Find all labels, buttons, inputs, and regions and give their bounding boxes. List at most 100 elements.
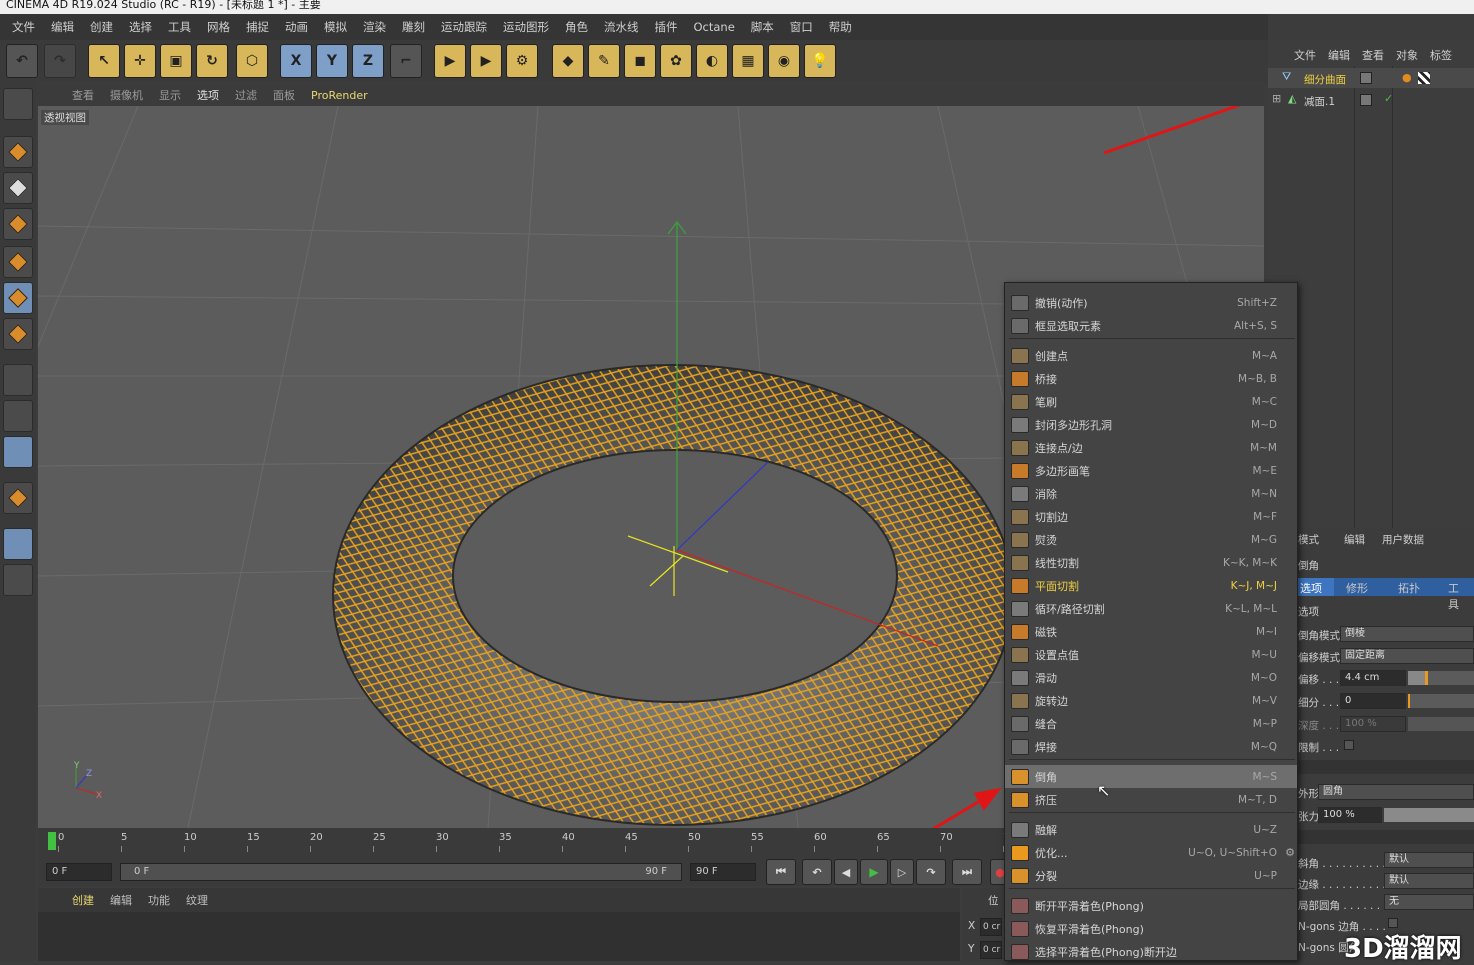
edges-mode-icon[interactable] <box>3 282 33 314</box>
coordinate-system-icon[interactable]: ⌐ <box>390 44 422 78</box>
render-settings-icon[interactable]: ⚙ <box>506 44 538 78</box>
context-menu-item[interactable]: 创建点 M~A <box>1005 344 1297 367</box>
points-mode-icon[interactable] <box>3 246 33 278</box>
ending-dropdown[interactable]: 默认 <box>1384 873 1474 889</box>
workplane-lock-icon[interactable] <box>3 528 33 560</box>
render-to-picture-viewer-icon[interactable]: ▶ <box>470 44 502 78</box>
coord-y-field[interactable]: 0 cr <box>980 941 1002 959</box>
enabled-check-icon[interactable]: ✓ <box>1384 92 1393 105</box>
move-icon[interactable]: ✛ <box>124 44 156 78</box>
viewport-menu-panel[interactable]: 面板 <box>265 87 303 103</box>
menu-mograph[interactable]: 运动图形 <box>495 19 557 35</box>
cloner-icon[interactable]: ✿ <box>660 44 692 78</box>
recent-tools-icon[interactable]: ⬡ <box>236 44 268 78</box>
object-menu-file[interactable]: 文件 <box>1288 47 1322 63</box>
offset-field[interactable]: 4.4 cm <box>1340 670 1406 686</box>
menu-select[interactable]: 选择 <box>121 19 160 35</box>
rotate-icon[interactable]: ↻ <box>196 44 228 78</box>
light-icon[interactable]: 💡 <box>804 44 836 78</box>
material-menu-texture[interactable]: 纹理 <box>178 892 216 908</box>
context-menu-item[interactable]: 切割边 M~F <box>1005 505 1297 528</box>
go-to-start-icon[interactable]: ⏮ <box>766 859 796 885</box>
offset-slider[interactable] <box>1408 671 1474 685</box>
menu-octane[interactable]: Octane <box>686 20 743 34</box>
menu-create[interactable]: 创建 <box>82 19 121 35</box>
subdivision-field[interactable]: 0 <box>1340 693 1406 709</box>
next-key-icon[interactable]: ↷ <box>916 859 946 885</box>
x-axis-lock-button[interactable]: X <box>280 44 312 78</box>
menu-help[interactable]: 帮助 <box>821 19 860 35</box>
subdivision-slider[interactable] <box>1408 694 1474 708</box>
object-menu-edit[interactable]: 编辑 <box>1322 47 1356 63</box>
cube-object-icon[interactable]: ◆ <box>552 44 584 78</box>
material-tag-icon[interactable] <box>1418 72 1430 84</box>
context-menu-item[interactable]: 连接点/边 M~M <box>1005 436 1297 459</box>
z-axis-lock-button[interactable]: Z <box>352 44 384 78</box>
polygons-mode-icon[interactable] <box>3 318 33 350</box>
settings-gear-icon[interactable]: ⚙ <box>1285 846 1295 859</box>
attr-menu-userdata[interactable]: 用户数据 <box>1382 532 1424 547</box>
object-menu-objects[interactable]: 对象 <box>1390 47 1424 63</box>
menu-motion-tracking[interactable]: 运动跟踪 <box>433 19 495 35</box>
menu-window[interactable]: 窗口 <box>782 19 821 35</box>
viewport-menu-cameras[interactable]: 摄像机 <box>102 87 151 103</box>
viewport-menu-prorender[interactable]: ProRender <box>303 89 376 102</box>
shape-dropdown[interactable]: 圆角 <box>1318 784 1474 800</box>
bevel-mode-dropdown[interactable]: 倒棱 <box>1340 626 1474 642</box>
viewport-menu-options[interactable]: 选项 <box>189 87 227 103</box>
context-menu-item[interactable]: 缝合 M~P <box>1005 712 1297 735</box>
context-menu-item[interactable]: 平面切割 K~J, M~J <box>1005 574 1297 597</box>
tension-slider[interactable] <box>1384 808 1474 822</box>
context-menu-item[interactable]: 封闭多边形孔洞 M~D <box>1005 413 1297 436</box>
context-menu-item[interactable]: 挤压 M~T, D <box>1005 788 1297 811</box>
viewport-menu-view[interactable]: 查看 <box>64 87 102 103</box>
enable-axis-icon[interactable] <box>3 364 33 396</box>
material-manager-area[interactable] <box>38 912 960 961</box>
menu-simulate[interactable]: 模拟 <box>316 19 355 35</box>
tweak-mode-icon[interactable] <box>3 400 33 432</box>
context-menu-item[interactable]: 笔刷 M~C <box>1005 390 1297 413</box>
undo-icon[interactable]: ↶ <box>6 44 38 78</box>
y-axis-lock-button[interactable]: Y <box>316 44 348 78</box>
context-menu-item[interactable]: 断开平滑着色(Phong) <box>1005 894 1297 917</box>
play-icon[interactable]: ▶ <box>860 859 888 885</box>
end-frame-field[interactable]: 90 F <box>690 863 756 881</box>
expand-icon[interactable]: ⊞ <box>1272 92 1281 105</box>
torus-mesh[interactable] <box>332 364 1014 826</box>
coord-x-field[interactable]: 0 cr <box>980 918 1002 936</box>
attr-tab-shaping[interactable]: 修形 <box>1334 578 1386 596</box>
object-menu-view[interactable]: 查看 <box>1356 47 1390 63</box>
menu-edit[interactable]: 编辑 <box>43 19 82 35</box>
context-menu-item[interactable]: 融解 U~Z <box>1005 818 1297 841</box>
object-menu-tags[interactable]: 标签 <box>1424 47 1458 63</box>
viewport-menu-filter[interactable]: 过滤 <box>227 87 265 103</box>
object-row-polygon-reduction[interactable]: ⊞ ◭ 减面.1 ✓ <box>1268 90 1474 110</box>
menu-script[interactable]: 脚本 <box>743 19 782 35</box>
texture-mode-icon[interactable] <box>3 172 33 204</box>
menu-sculpt[interactable]: 雕刻 <box>394 19 433 35</box>
menu-animate[interactable]: 动画 <box>277 19 316 35</box>
ngons-corners-checkbox[interactable] <box>1388 918 1398 928</box>
context-menu-item[interactable]: 优化... U~O, U~Shift+O ⚙ <box>1005 841 1297 864</box>
menu-plugins[interactable]: 插件 <box>647 19 686 35</box>
context-menu-item[interactable]: 线性切割 K~K, M~K <box>1005 551 1297 574</box>
select-cursor-icon[interactable]: ↖ <box>88 44 120 78</box>
menu-pipeline[interactable]: 流水线 <box>596 19 647 35</box>
menu-mesh[interactable]: 网格 <box>199 19 238 35</box>
context-menu-item[interactable]: 多边形画笔 M~E <box>1005 459 1297 482</box>
context-menu-item[interactable]: 磁铁 M~I <box>1005 620 1297 643</box>
context-menu-item[interactable]: 熨烫 M~G <box>1005 528 1297 551</box>
scale-icon[interactable]: ▣ <box>160 44 192 78</box>
depth-slider[interactable] <box>1408 717 1474 731</box>
partial-rounding-dropdown[interactable]: 无 <box>1384 894 1474 910</box>
render-view-icon[interactable]: ▶ <box>434 44 466 78</box>
redo-icon[interactable]: ↷ <box>44 44 76 78</box>
depth-field[interactable]: 100 % <box>1340 716 1406 732</box>
pen-spline-icon[interactable]: ✎ <box>588 44 620 78</box>
tension-field[interactable]: 100 % <box>1318 807 1382 823</box>
camera-icon[interactable]: ◉ <box>768 44 800 78</box>
context-menu-item[interactable]: 框显选取元素 Alt+S, S <box>1005 314 1297 337</box>
viewport-menu-display[interactable]: 显示 <box>151 87 189 103</box>
next-frame-icon[interactable]: ▷ <box>890 859 914 885</box>
context-menu-item[interactable]: 焊接 M~Q <box>1005 735 1297 758</box>
